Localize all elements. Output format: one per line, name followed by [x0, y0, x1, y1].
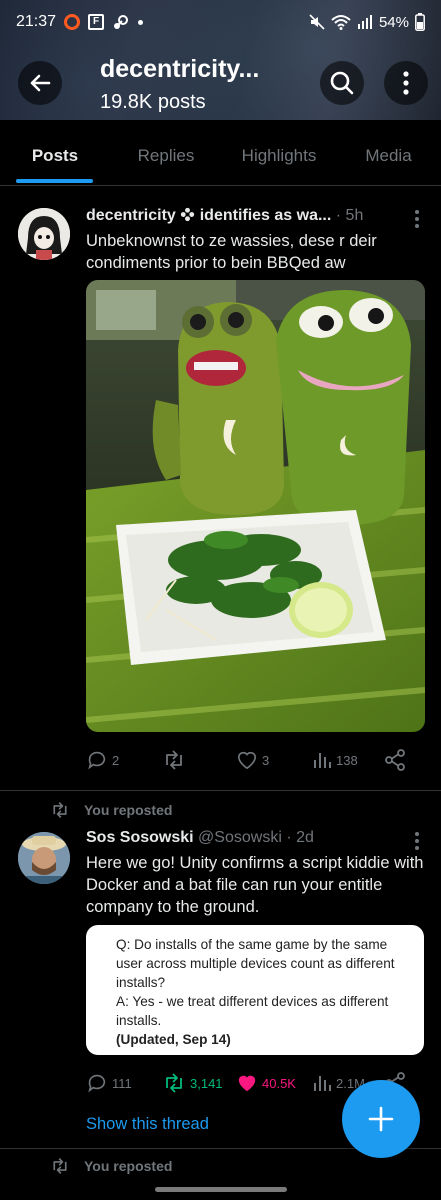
signal-icon [357, 15, 372, 29]
like-button[interactable]: 3 [236, 746, 269, 774]
share-icon [385, 749, 405, 771]
reply-button[interactable]: 111 [86, 1069, 132, 1097]
view-count: 138 [336, 752, 358, 768]
tab-label: Highlights [241, 146, 317, 165]
reply-icon [88, 751, 106, 770]
profile-tabs: Posts Replies Highlights Media [0, 130, 441, 186]
like-button[interactable]: 40.5K [236, 1069, 296, 1097]
reply-count: 2 [112, 752, 120, 768]
dot-icon [138, 19, 144, 25]
post-more-button[interactable] [415, 210, 419, 231]
views-button[interactable]: 138 [312, 746, 358, 774]
tab-media[interactable]: Media [336, 130, 441, 185]
back-button[interactable] [18, 61, 62, 105]
bar-chart-icon [314, 753, 331, 768]
home-indicator[interactable] [155, 1187, 287, 1192]
wifi-icon [331, 15, 351, 30]
author-handle[interactable]: @Sosowski [198, 829, 282, 846]
post-time: · 5h [335, 207, 364, 224]
avatar-image [18, 208, 70, 260]
repost-context: You reposted [50, 801, 172, 819]
tab-highlights[interactable]: Highlights [222, 130, 336, 185]
heart-icon [237, 751, 257, 770]
search-button[interactable] [320, 61, 364, 105]
tab-label: Posts [31, 146, 79, 165]
tab-posts[interactable]: Posts [0, 130, 110, 185]
avatar-image [18, 832, 70, 884]
repost-icon [53, 1158, 67, 1174]
ring-icon [64, 14, 81, 30]
repost-context-label: You reposted [84, 1158, 173, 1174]
post-time: · 2d [286, 829, 314, 846]
reply-count: 111 [112, 1075, 132, 1091]
f-box-icon: F [88, 14, 105, 30]
compose-button[interactable] [342, 1080, 420, 1158]
post-count: 19.8K posts [100, 91, 206, 113]
bar-chart-icon [314, 1076, 331, 1091]
quote-answer: A: Yes - we treat different devices as d… [116, 994, 389, 1028]
repost-icon [166, 1073, 182, 1093]
post-text: Here we go! Unity confirms a script kidd… [86, 854, 424, 916]
post-divider [0, 790, 441, 791]
like-count: 40.5K [262, 1075, 296, 1091]
author-name[interactable]: decentricity [86, 207, 176, 224]
battery-icon [415, 13, 425, 31]
post-more-button[interactable] [415, 832, 419, 853]
repost-button[interactable] [162, 746, 190, 774]
status-bar: 21:37 F 54% [0, 0, 441, 44]
more-vertical-icon [403, 71, 409, 95]
repost-context: You reposted [50, 1157, 172, 1175]
quoted-image[interactable]: Q: Do installs of the same game by the s… [86, 925, 424, 1055]
repost-icon [166, 750, 182, 770]
quote-updated: (Updated, Sep 14) [116, 1032, 231, 1047]
post-text: Unbeknownst to ze wassies, dese r deir c… [86, 232, 377, 272]
mute-icon [309, 14, 325, 30]
heart-filled-icon [238, 1075, 256, 1092]
show-thread-link[interactable]: Show this thread [86, 1115, 209, 1134]
quote-question: Q: Do installs of the same game by the s… [116, 937, 395, 990]
active-tab-indicator [16, 179, 93, 183]
author-name[interactable]: Sos Sosowski [86, 829, 194, 846]
post-actions: 2 3 138 [86, 746, 416, 774]
post-image[interactable] [86, 280, 425, 732]
flower-badge-icon [181, 207, 195, 222]
avatar[interactable] [18, 208, 70, 260]
post-header: Sos Sosowski @Sosowski · 2d [86, 829, 314, 847]
frog-plushies-photo [86, 280, 425, 732]
repost-count: 3,141 [190, 1075, 223, 1091]
share-button[interactable] [384, 746, 406, 774]
more-button[interactable] [384, 61, 428, 105]
tab-label: Media [365, 146, 412, 165]
repost-icon [53, 802, 67, 818]
search-icon [330, 71, 354, 95]
reply-button[interactable]: 2 [86, 746, 119, 774]
tab-label: Replies [137, 146, 195, 165]
status-time: 21:37 [16, 13, 57, 30]
author-name-suffix: identifies as wa... [199, 207, 332, 224]
battery-percent: 54% [378, 13, 409, 31]
post-header: decentricity identifies as wa... · 5h [86, 207, 363, 225]
tab-replies[interactable]: Replies [110, 130, 222, 185]
reply-icon [88, 1074, 106, 1093]
arrow-left-icon [30, 74, 51, 92]
profile-header: decentricity... 19.8K posts [0, 55, 441, 115]
plus-icon [368, 1106, 394, 1132]
avatar[interactable] [18, 832, 70, 884]
repost-button[interactable]: 3,141 [162, 1069, 223, 1097]
steam-icon [114, 15, 129, 29]
repost-context-label: You reposted [84, 802, 173, 818]
like-count: 3 [262, 752, 270, 768]
profile-name: decentricity... [100, 55, 260, 83]
